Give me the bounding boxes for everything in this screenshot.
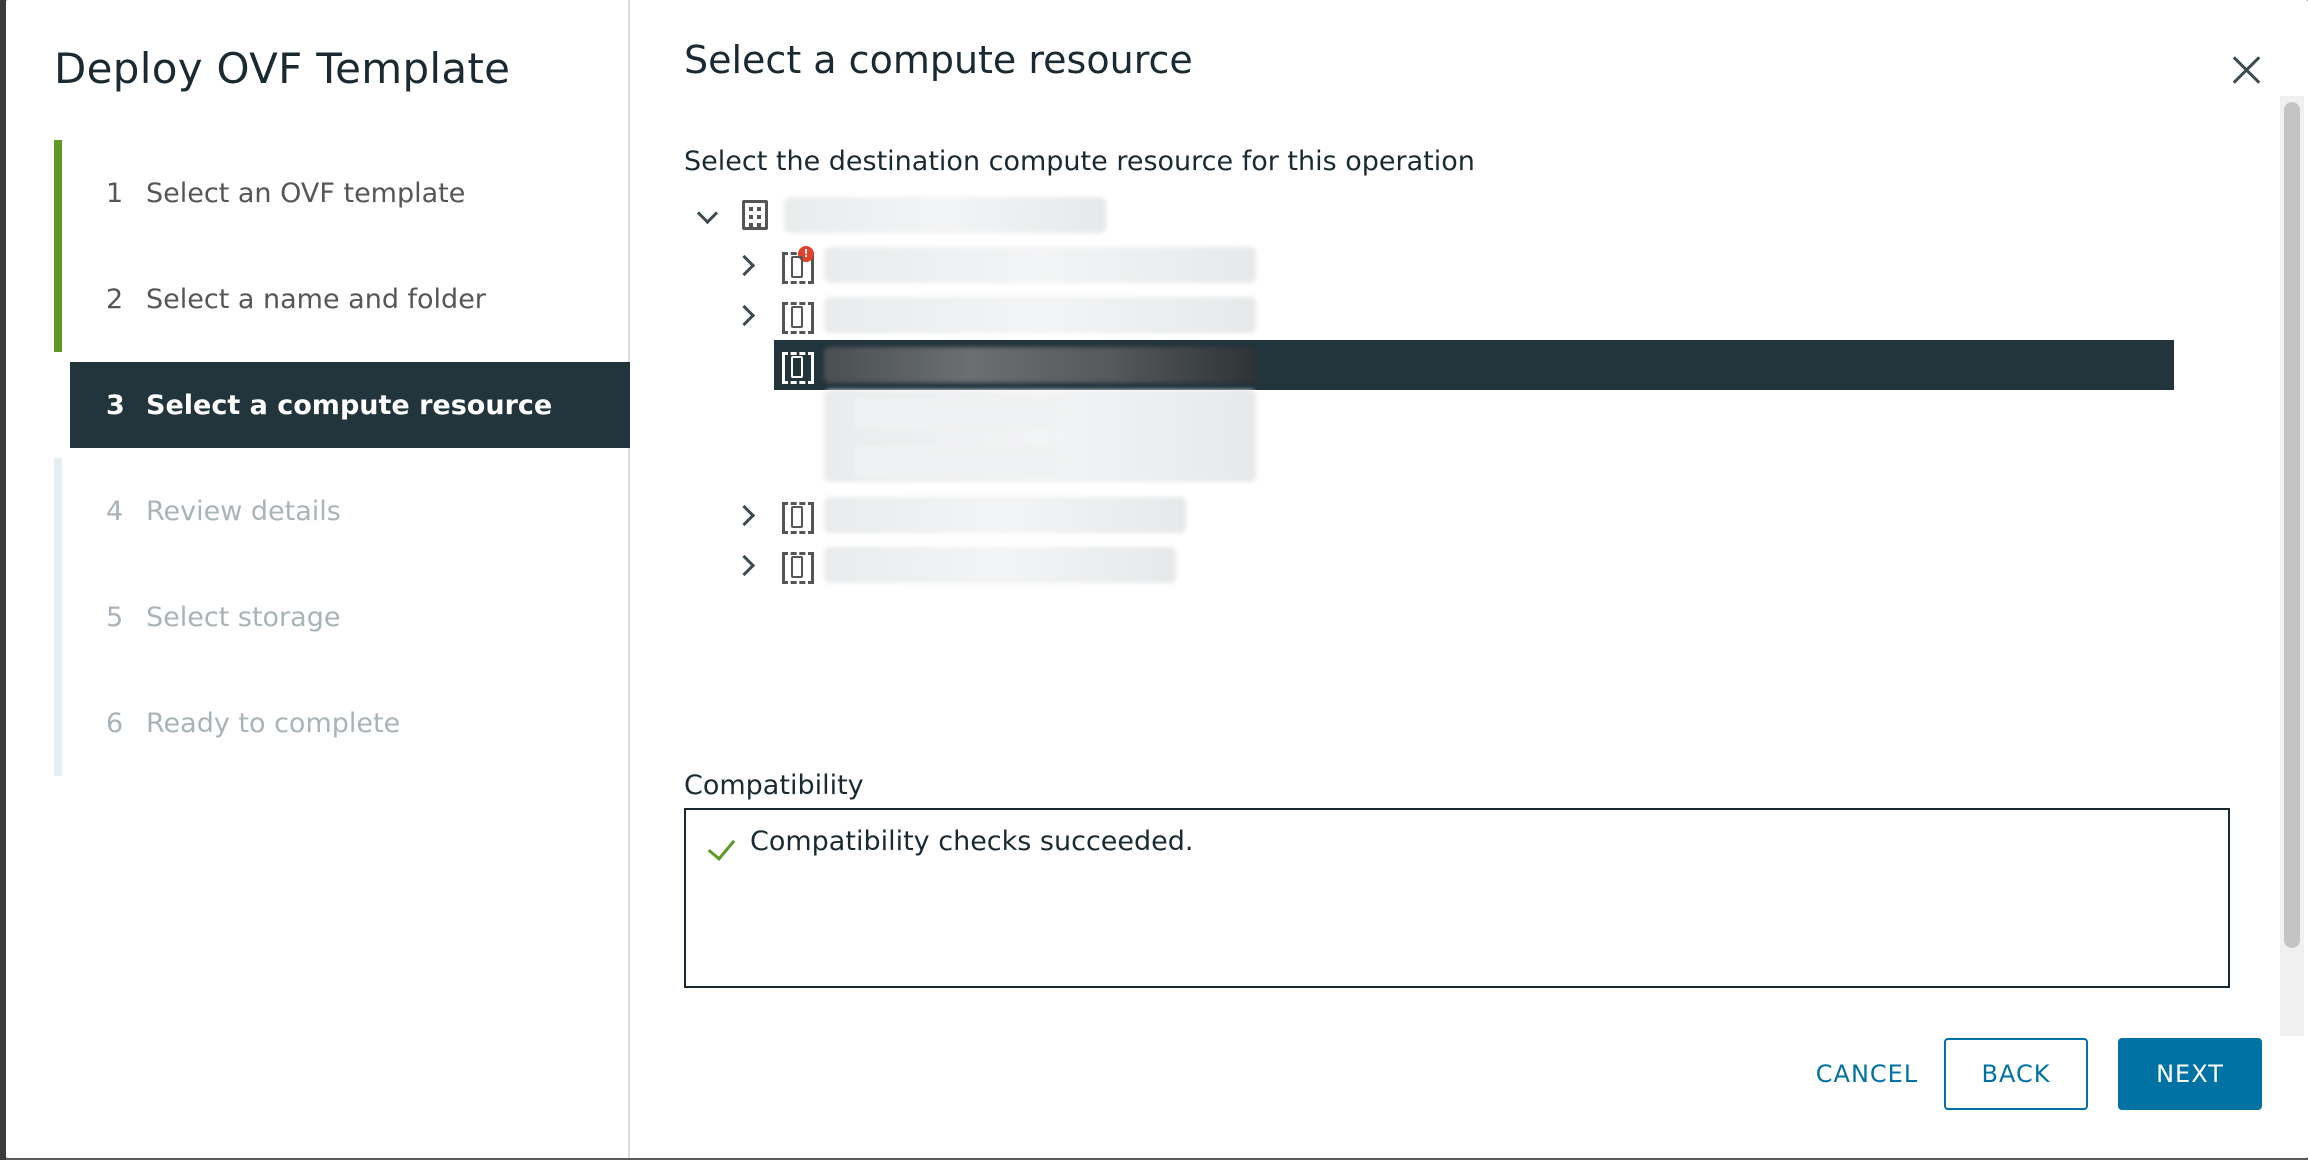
- tree-node-host[interactable]: !: [684, 240, 2174, 290]
- step-select-storage: 5 Select storage: [54, 564, 630, 670]
- host-icon: [782, 500, 814, 534]
- chevron-right-icon[interactable]: [736, 503, 758, 525]
- alert-badge-icon: !: [798, 246, 814, 262]
- compute-resource-tree: !: [684, 190, 2174, 590]
- scrollbar-thumb[interactable]: [2284, 102, 2300, 948]
- chevron-down-icon[interactable]: [746, 353, 768, 375]
- compatibility-label: Compatibility: [684, 770, 864, 801]
- redacted-host-name: [824, 247, 1256, 283]
- chevron-right-icon[interactable]: [736, 303, 758, 325]
- host-icon: [782, 300, 814, 334]
- tree-children: [684, 390, 2174, 490]
- step-number: 1: [106, 177, 124, 209]
- step-label: Ready to complete: [146, 707, 401, 739]
- wizard-title: Deploy OVF Template: [54, 44, 511, 93]
- tree-node-host[interactable]: [684, 490, 2174, 540]
- step-label: Review details: [146, 495, 341, 527]
- redacted-host-name: [824, 497, 1186, 533]
- host-icon: [782, 550, 814, 584]
- page-title: Select a compute resource: [684, 38, 1193, 82]
- step-label: Select an OVF template: [146, 177, 466, 209]
- host-warning-icon: !: [782, 246, 814, 284]
- instructions-text: Select the destination compute resource …: [684, 146, 1475, 177]
- checkmark-icon: [706, 832, 736, 862]
- step-number: 6: [106, 707, 124, 739]
- step-label: Select a compute resource: [146, 389, 553, 421]
- step-number: 5: [106, 601, 124, 633]
- step-number: 3: [106, 389, 125, 421]
- step-select-name-folder[interactable]: 2 Select a name and folder: [54, 246, 630, 352]
- compatibility-message: Compatibility checks succeeded.: [750, 826, 1194, 857]
- host-icon: [782, 350, 814, 384]
- redacted-host-name: [824, 547, 1176, 583]
- redacted-host-name: [824, 347, 1256, 383]
- chevron-right-icon[interactable]: [736, 553, 758, 575]
- cancel-button[interactable]: CANCEL: [1782, 1038, 1952, 1110]
- chevron-right-icon[interactable]: [736, 253, 758, 275]
- tree-node-host-selected[interactable]: [774, 340, 2174, 390]
- compatibility-box: Compatibility checks succeeded.: [684, 808, 2230, 988]
- next-button[interactable]: NEXT: [2118, 1038, 2262, 1110]
- step-review-details: 4 Review details: [54, 458, 630, 564]
- wizard-sidebar: Deploy OVF Template 1 Select an OVF temp…: [6, 0, 630, 1158]
- step-ready-to-complete: 6 Ready to complete: [54, 670, 630, 776]
- back-button[interactable]: BACK: [1944, 1038, 2088, 1110]
- redacted-vm-item[interactable]: [854, 446, 1062, 478]
- content-scrollbar[interactable]: [2280, 96, 2304, 1036]
- step-number: 2: [106, 283, 124, 315]
- datacenter-icon: [742, 200, 768, 230]
- redacted-vm-item[interactable]: [854, 398, 1062, 430]
- wizard-steps: 1 Select an OVF template 2 Select a name…: [54, 140, 630, 776]
- deploy-ovf-dialog: Deploy OVF Template 1 Select an OVF temp…: [6, 0, 2308, 1158]
- step-label: Select a name and folder: [146, 283, 486, 315]
- chevron-down-icon[interactable]: [696, 203, 718, 225]
- tree-node-host[interactable]: [684, 540, 2174, 590]
- step-select-ovf-template[interactable]: 1 Select an OVF template: [54, 140, 630, 246]
- redacted-host-name: [824, 297, 1256, 333]
- wizard-main: Select a compute resource Select the des…: [632, 0, 2308, 1158]
- step-label: Select storage: [146, 601, 341, 633]
- step-number: 4: [106, 495, 124, 527]
- close-icon[interactable]: [2226, 50, 2266, 90]
- tree-node-host[interactable]: [684, 290, 2174, 340]
- redacted-datacenter-name: [784, 197, 1106, 233]
- step-select-compute-resource[interactable]: 3 Select a compute resource: [70, 362, 630, 448]
- tree-node-datacenter[interactable]: [684, 190, 2174, 240]
